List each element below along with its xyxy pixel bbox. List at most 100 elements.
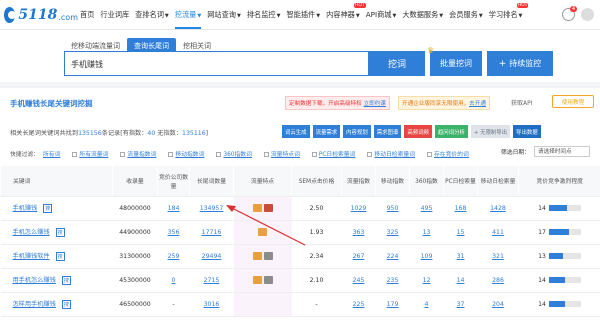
- longtail-count-link[interactable]: 2715: [204, 277, 220, 284]
- tool-button[interactable]: 流量需求: [312, 125, 341, 138]
- keyword-link[interactable]: 用手机怎么赚钱: [13, 277, 56, 284]
- mobile-daily-cell: 1428: [477, 196, 519, 221]
- monitor-button[interactable]: + 持续监控: [487, 51, 553, 76]
- summary-no-index: 135116: [182, 130, 206, 137]
- tool-button[interactable]: 词云生成: [282, 125, 310, 138]
- pc-daily-link[interactable]: 14: [457, 277, 465, 284]
- longtail-count-link[interactable]: 17716: [202, 229, 222, 236]
- pc-daily-link[interactable]: 168: [455, 205, 467, 212]
- nav-item[interactable]: API商城▼: [366, 10, 397, 20]
- longtail-count-link[interactable]: 29494: [202, 253, 222, 260]
- tool-button[interactable]: 趋问词分析: [434, 125, 468, 138]
- index-360-link[interactable]: 4: [425, 301, 429, 308]
- bidding-companies-link[interactable]: 356: [168, 229, 180, 236]
- search-tag-icon[interactable]: 搜: [61, 300, 71, 309]
- nav-item[interactable]: 挖流量▼: [174, 10, 202, 29]
- pc-daily-link[interactable]: 31: [457, 253, 465, 260]
- search-tag-icon[interactable]: 搜: [61, 276, 71, 285]
- keyword-link[interactable]: 怎样用手机赚钱: [13, 301, 56, 308]
- mobile-daily-link[interactable]: 204: [492, 301, 504, 308]
- keyword-link[interactable]: 手机赚钱: [13, 205, 38, 212]
- mobile-daily-cell: 204: [477, 292, 519, 317]
- search-tag-icon[interactable]: 搜: [55, 228, 65, 237]
- quick-filter-item[interactable]: 所有流量词: [72, 149, 108, 158]
- keyword-cell: 用手机怎么赚钱搜: [0, 268, 113, 293]
- tool-button[interactable]: 内容规划: [343, 125, 371, 138]
- mobile-daily-link[interactable]: 1428: [490, 205, 506, 212]
- nav-item-label: 行业词库: [100, 10, 130, 19]
- nav-item[interactable]: 大数据服务▼: [402, 10, 443, 20]
- nav-item[interactable]: 排名监控▼: [247, 10, 281, 20]
- mobile-daily-link[interactable]: 321: [492, 253, 504, 260]
- nav-item[interactable]: 内容神器▼ HOT: [326, 3, 366, 20]
- traffic-index-link[interactable]: 363: [353, 229, 365, 236]
- tool-button[interactable]: 需求图谱: [373, 125, 402, 138]
- search-tag-icon[interactable]: 搜: [55, 252, 65, 261]
- quick-filter-item[interactable]: 存在竞价的词: [427, 149, 469, 158]
- traffic-index-link[interactable]: 267: [353, 253, 365, 260]
- avatar[interactable]: [581, 8, 594, 21]
- nav-item[interactable]: 查排名词▼: [135, 10, 169, 20]
- nav-item[interactable]: 首页: [80, 10, 94, 20]
- quick-filter-item[interactable]: PC日检索量词: [311, 149, 355, 158]
- nav-item[interactable]: 行业词库: [100, 10, 129, 20]
- mobile-index-link[interactable]: 179: [387, 301, 399, 308]
- custom-data-link[interactable]: 立即约课: [364, 101, 386, 107]
- nav-item[interactable]: 学习排名▼ HOT: [489, 3, 529, 20]
- bell-icon[interactable]: 4: [562, 6, 577, 21]
- bidding-companies-link[interactable]: 0: [172, 277, 176, 284]
- search-tag-icon[interactable]: 搜: [43, 204, 53, 213]
- traffic-index-link[interactable]: 245: [353, 277, 365, 284]
- competition-value: 14: [538, 300, 546, 308]
- nav-item-label: 排名监控: [246, 10, 276, 19]
- image-feature-icon: [258, 228, 267, 236]
- longtail-count-link[interactable]: 3016: [204, 301, 220, 308]
- traffic-index-link[interactable]: 1029: [351, 205, 367, 212]
- nav-item[interactable]: 网站查询▼: [207, 10, 241, 20]
- pc-daily-cell: 14: [443, 268, 478, 293]
- mobile-daily-link[interactable]: 411: [492, 229, 504, 236]
- mobile-daily-link[interactable]: 286: [492, 277, 504, 284]
- quick-filter-item[interactable]: 360指数词: [216, 149, 252, 158]
- quick-filter-item[interactable]: 移动日检索量词: [367, 149, 415, 158]
- keyword-link[interactable]: 手机怎么赚钱: [13, 229, 50, 236]
- index-360-link[interactable]: 495: [421, 205, 433, 212]
- mobile-index-link[interactable]: 235: [387, 277, 399, 284]
- api-link[interactable]: 获取API: [511, 98, 533, 107]
- keyword-link[interactable]: 手机赚钱软件: [13, 253, 50, 260]
- tool-button[interactable]: + 无限制导出: [470, 125, 511, 138]
- nav-item-label: 查排名词: [135, 10, 164, 19]
- longtail-count-link[interactable]: 134957: [200, 205, 224, 212]
- pc-daily-link[interactable]: 37: [457, 301, 465, 308]
- pc-daily-link[interactable]: 15: [457, 229, 465, 236]
- mobile-index-link[interactable]: 224: [387, 253, 399, 260]
- index-360-link[interactable]: 12: [423, 277, 431, 284]
- mobile-index-link[interactable]: 950: [387, 205, 399, 212]
- quick-filter-label: 所有流量词: [79, 152, 109, 158]
- quick-filter-item[interactable]: 移动指数词: [168, 149, 204, 158]
- index-360-link[interactable]: 13: [423, 229, 431, 236]
- usage-tutorial-button[interactable]: 使用教程: [552, 95, 594, 108]
- batch-dig-button[interactable]: ♛ 批量挖词: [427, 46, 482, 76]
- date-select[interactable]: 请选择时间点: [534, 146, 590, 157]
- enterprise-link[interactable]: 去开通: [469, 101, 486, 107]
- plus-icon: +: [498, 58, 507, 69]
- quick-filter-item[interactable]: 所有词: [43, 149, 60, 158]
- nav-item[interactable]: 会员服务▼: [449, 10, 483, 20]
- quick-filter-item[interactable]: 流量指数词: [120, 149, 156, 158]
- tool-button[interactable]: 导出数据: [513, 125, 541, 138]
- tool-button[interactable]: 高频词频: [404, 125, 432, 138]
- bidding-companies-link[interactable]: 259: [168, 253, 180, 260]
- nav-item[interactable]: 智能插件▼: [286, 10, 320, 20]
- mobile-index-link[interactable]: 325: [387, 229, 399, 236]
- traffic-index-link[interactable]: 225: [353, 301, 365, 308]
- table-header-row: 关键词 收录量 竞价公司数量 长尾词数量 流量特点 SEM点击价格 流量指数 移动指数 360指…: [0, 166, 600, 197]
- dig-button[interactable]: 挖词: [369, 51, 425, 76]
- quick-filter-label: 360指数词: [223, 152, 252, 158]
- bidding-companies-link[interactable]: 184: [168, 205, 180, 212]
- index-360-link[interactable]: 109: [421, 253, 433, 260]
- search-input[interactable]: 手机赚钱: [64, 51, 369, 76]
- quick-filter-item[interactable]: 流量特点词: [263, 149, 300, 158]
- logo[interactable]: 5118 .com: [4, 4, 78, 26]
- shoulu-cell: 44900000: [112, 220, 158, 245]
